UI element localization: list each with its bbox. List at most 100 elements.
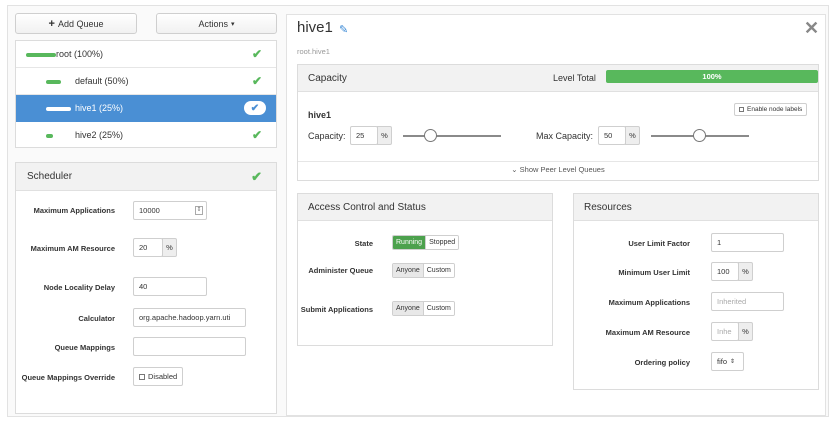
ordering-value: fifo: [717, 357, 728, 366]
max-apps-input[interactable]: 10000 ⇕: [133, 201, 207, 220]
min-user-input[interactable]: 100: [711, 262, 739, 281]
state-label: State: [354, 239, 373, 248]
locality-input[interactable]: 40: [133, 277, 207, 296]
capacity-title: Capacity: [308, 72, 347, 84]
add-queue-label: Add Queue: [57, 18, 104, 29]
queue-item-hive1[interactable]: hive1 (25%) ✔: [16, 95, 276, 122]
max-apps-value: 10000: [139, 206, 160, 215]
show-peer-queues-label: Show Peer Level Queues: [519, 165, 605, 174]
capacity-slider-handle[interactable]: [424, 129, 437, 142]
res-max-apps-placeholder: Inherited: [717, 297, 747, 306]
res-max-apps-input[interactable]: Inherited: [711, 292, 784, 311]
queue-list: root (100%) ✔ default (50%) ✔ hive1 (25%…: [15, 40, 277, 148]
check-icon: ✔: [251, 74, 262, 88]
administer-custom-option[interactable]: Custom: [422, 264, 454, 277]
queue-item-label: hive2 (25%): [75, 130, 124, 140]
max-capacity-slider-handle[interactable]: [693, 129, 706, 142]
divider: [298, 161, 818, 162]
override-toggle[interactable]: Disabled: [133, 367, 184, 386]
state-running-option[interactable]: Running: [393, 236, 426, 249]
scheduler-title: Scheduler: [27, 171, 73, 182]
res-max-am-placeholder: Inhe: [717, 327, 732, 336]
submit-label: Submit Applications: [300, 305, 373, 314]
capacity-value: 25: [356, 131, 365, 140]
level-total-bar: 100%: [606, 70, 818, 83]
submit-anyone-option[interactable]: Anyone: [393, 302, 423, 315]
capacity-input[interactable]: 25: [350, 126, 378, 145]
close-icon[interactable]: ✕: [804, 18, 819, 39]
checkbox-icon: [739, 107, 744, 112]
add-queue-button[interactable]: + Add Queue: [15, 13, 137, 34]
max-capacity-label: Max Capacity:: [536, 131, 594, 141]
resources-title: Resources: [584, 201, 632, 213]
user-limit-label: User Limit Factor: [628, 239, 690, 248]
queue-capacity-bar: [46, 80, 61, 84]
capacity-slider-track[interactable]: [403, 135, 501, 137]
max-capacity-input[interactable]: 50: [598, 126, 626, 145]
mappings-input[interactable]: [133, 337, 246, 356]
max-am-value: 20: [139, 243, 148, 252]
queue-item-hive2[interactable]: hive2 (25%) ✔: [16, 122, 276, 149]
caret-down-icon: ▾: [231, 20, 235, 28]
scheduler-header: Scheduler: [16, 163, 276, 191]
calculator-input[interactable]: org.apache.hadoop.yarn.uti: [133, 308, 246, 327]
res-max-apps-label: Maximum Applications: [608, 298, 690, 307]
check-icon: ✔: [251, 47, 262, 61]
queue-title: hive1: [297, 19, 333, 36]
level-total-value: 100%: [702, 72, 722, 81]
plus-icon: +: [48, 17, 55, 30]
min-user-label: Minimum User Limit: [618, 268, 690, 277]
min-user-value: 100: [717, 267, 730, 276]
actions-label: Actions: [198, 18, 228, 29]
spinner-icon[interactable]: ⇕: [195, 206, 203, 215]
submit-acl-toggle[interactable]: Anyone Custom: [392, 301, 455, 316]
state-toggle[interactable]: Running Stopped: [392, 235, 460, 250]
queue-capacity-bar: [26, 53, 56, 57]
locality-value: 40: [139, 282, 148, 291]
mappings-label: Queue Mappings: [54, 343, 115, 352]
state-stopped-option[interactable]: Stopped: [425, 236, 459, 249]
locality-label: Node Locality Delay: [43, 283, 115, 292]
percent-addon: %: [738, 262, 753, 281]
override-value: Disabled: [148, 372, 178, 381]
ordering-label: Ordering policy: [634, 358, 690, 367]
max-am-input[interactable]: 20: [133, 238, 163, 257]
level-total-label: Level Total: [553, 73, 596, 83]
percent-addon: %: [162, 238, 177, 257]
percent-addon: %: [625, 126, 640, 145]
edit-icon[interactable]: ✎: [339, 23, 348, 36]
percent-addon: %: [738, 322, 753, 341]
checkbox-icon: [139, 373, 145, 380]
ordering-policy-select[interactable]: fifo ⇕: [711, 352, 744, 371]
check-icon: ✔: [244, 101, 266, 115]
percent-addon: %: [377, 126, 392, 145]
queue-item-root[interactable]: root (100%) ✔: [16, 41, 276, 68]
queue-item-label: default (50%): [75, 76, 129, 86]
check-icon: ✔: [251, 169, 262, 184]
calculator-value: org.apache.hadoop.yarn.uti: [139, 313, 231, 322]
access-control-header: Access Control and Status: [298, 194, 552, 221]
enable-node-labels-label: Enable node labels: [747, 106, 803, 113]
queue-capacity-bar: [46, 107, 71, 111]
capacity-queue-name: hive1: [308, 110, 332, 120]
queue-capacity-bar: [46, 134, 53, 138]
max-apps-label: Maximum Applications: [33, 206, 115, 215]
override-label: Queue Mappings Override: [21, 373, 115, 382]
res-max-am-input[interactable]: Inhe: [711, 322, 739, 341]
queue-path: root.hive1: [297, 47, 330, 56]
capacity-label: Capacity:: [308, 131, 346, 141]
res-max-am-label: Maximum AM Resource: [605, 328, 690, 337]
resources-header: Resources: [574, 194, 818, 221]
queue-item-default[interactable]: default (50%) ✔: [16, 68, 276, 95]
submit-custom-option[interactable]: Custom: [422, 302, 454, 315]
access-control-title: Access Control and Status: [308, 201, 426, 213]
user-limit-input[interactable]: 1: [711, 233, 784, 252]
show-peer-queues-link[interactable]: ⌄ Show Peer Level Queues: [298, 165, 818, 174]
administer-acl-toggle[interactable]: Anyone Custom: [392, 263, 455, 278]
actions-button[interactable]: Actions ▾: [156, 13, 277, 34]
enable-node-labels-checkbox[interactable]: Enable node labels: [734, 103, 808, 116]
calculator-label: Calculator: [78, 314, 115, 323]
administer-anyone-option[interactable]: Anyone: [393, 264, 423, 277]
max-am-label: Maximum AM Resource: [30, 244, 115, 253]
queue-item-label: hive1 (25%): [75, 103, 124, 113]
